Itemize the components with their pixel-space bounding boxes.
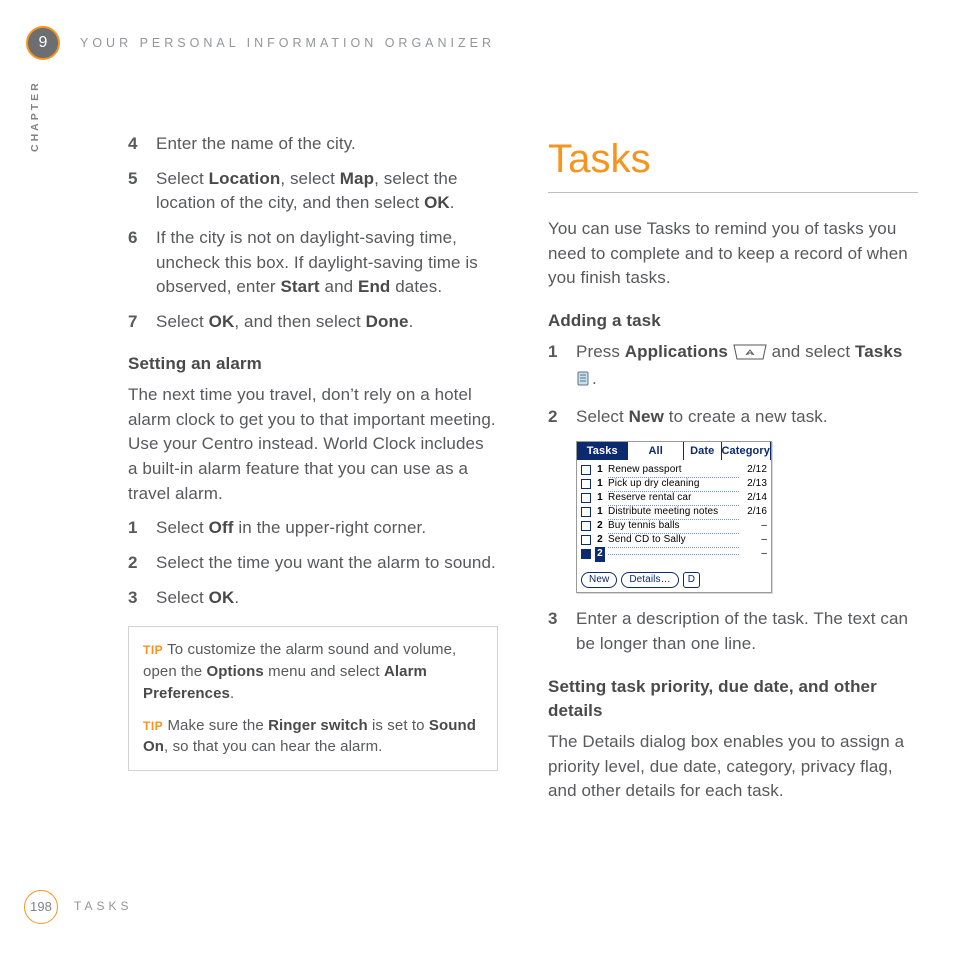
alarm-heading: Setting an alarm (128, 352, 498, 377)
list-item: 1Select Off in the upper-right corner. (128, 516, 498, 541)
tasks-header: Tasks All Date Category (577, 442, 771, 460)
step-body: Select New to create a new task. (576, 405, 918, 430)
step-number: 1 (548, 340, 576, 395)
chapter-label-vertical: CHAPTER (28, 80, 43, 152)
step-number: 3 (128, 586, 156, 611)
adding-task-heading: Adding a task (548, 309, 918, 334)
step-number: 5 (128, 167, 156, 216)
step-number: 6 (128, 226, 156, 300)
tip-box: TIP To customize the alarm sound and vol… (128, 626, 498, 771)
task-checkbox[interactable] (581, 493, 591, 503)
page-number-badge: 198 (24, 890, 58, 924)
list-item: 5Select Location, select Map, select the… (128, 167, 498, 216)
tasks-details-button[interactable]: Details… (621, 572, 678, 588)
city-steps: 4Enter the name of the city.5Select Loca… (128, 132, 498, 334)
task-priority: 2 (595, 547, 605, 562)
home-key-icon (733, 343, 767, 368)
task-row[interactable]: 1Pick up dry cleaning2/13 (581, 477, 767, 491)
step-number: 2 (548, 405, 576, 430)
adding-task-steps: 1Press Applications and select Tasks .2S… (548, 340, 918, 430)
tip: TIP Make sure the Ringer switch is set t… (143, 715, 483, 759)
task-due: – (739, 533, 767, 548)
step-number: 1 (128, 516, 156, 541)
step-number: 7 (128, 310, 156, 335)
tasks-footer: New Details… D (577, 568, 771, 592)
task-row[interactable]: 2Buy tennis balls– (581, 519, 767, 533)
page-footer: 198 TASKS (24, 890, 132, 924)
task-priority: 2 (595, 533, 605, 548)
step-body: Enter the name of the city. (156, 132, 498, 157)
task-due: 2/13 (739, 477, 767, 492)
tip-label: TIP (143, 643, 163, 657)
step-number: 4 (128, 132, 156, 157)
right-column: Tasks You can use Tasks to remind you of… (548, 132, 918, 814)
step-body: Enter a description of the task. The tex… (576, 607, 918, 656)
tasks-note-button[interactable]: D (683, 572, 700, 588)
task-due: 2/16 (739, 505, 767, 520)
task-due: – (739, 519, 767, 534)
left-column: 4Enter the name of the city.5Select Loca… (128, 132, 498, 814)
task-name: Send CD to Sally (608, 533, 739, 549)
tasks-new-button[interactable]: New (581, 572, 617, 588)
page-number: 198 (30, 898, 52, 917)
task-checkbox[interactable] (581, 535, 591, 545)
list-item: 6If the city is not on daylight-saving t… (128, 226, 498, 300)
task-checkbox[interactable] (581, 507, 591, 517)
step-body: Select the time you want the alarm to so… (156, 551, 498, 576)
task-due: 2/12 (739, 463, 767, 478)
task-row[interactable]: 1Reserve rental car2/14 (581, 491, 767, 505)
page-content: 4Enter the name of the city.5Select Loca… (128, 132, 918, 814)
tip: TIP To customize the alarm sound and vol… (143, 639, 483, 704)
step-number: 2 (128, 551, 156, 576)
tasks-app-icon (576, 370, 592, 395)
task-row[interactable]: 1Distribute meeting notes2/16 (581, 505, 767, 519)
tasks-tab-date[interactable]: Date (684, 442, 722, 460)
task-priority: 2 (595, 519, 605, 534)
tasks-app-screenshot: Tasks All Date Category 1Renew passport2… (576, 441, 772, 593)
list-item: 1Press Applications and select Tasks . (548, 340, 918, 395)
task-checkbox[interactable] (581, 479, 591, 489)
step-body: Select Off in the upper-right corner. (156, 516, 498, 541)
list-item: 3 Enter a description of the task. The t… (548, 607, 918, 656)
task-priority: 1 (595, 505, 605, 520)
task-row[interactable]: 2– (581, 547, 767, 561)
chapter-number-badge: 9 (26, 26, 60, 60)
task-checkbox[interactable] (581, 521, 591, 531)
step-body: Press Applications and select Tasks . (576, 340, 918, 395)
priority-heading: Setting task priority, due date, and oth… (548, 675, 918, 724)
task-row[interactable]: 2Send CD to Sally– (581, 533, 767, 547)
list-item: 4Enter the name of the city. (128, 132, 498, 157)
list-item: 3Select OK. (128, 586, 498, 611)
step-body: Select OK, and then select Done. (156, 310, 498, 335)
page-header-title: YOUR PERSONAL INFORMATION ORGANIZER (80, 34, 495, 52)
step-body: If the city is not on daylight-saving ti… (156, 226, 498, 300)
tasks-tab-category[interactable]: Category (722, 442, 771, 460)
tasks-list: 1Renew passport2/121Pick up dry cleaning… (577, 460, 771, 568)
list-item: 2Select the time you want the alarm to s… (128, 551, 498, 576)
task-priority: 1 (595, 491, 605, 506)
tasks-tab-all[interactable]: All (628, 442, 683, 460)
task-checkbox[interactable] (581, 549, 591, 559)
tasks-intro: You can use Tasks to remind you of tasks… (548, 217, 918, 291)
chapter-number: 9 (39, 31, 48, 54)
step-number: 3 (548, 607, 576, 656)
step-body: Select OK. (156, 586, 498, 611)
footer-section-label: TASKS (74, 898, 132, 915)
task-priority: 1 (595, 477, 605, 492)
list-item: 7Select OK, and then select Done. (128, 310, 498, 335)
task-due: 2/14 (739, 491, 767, 506)
tasks-title: Tasks (577, 442, 628, 460)
alarm-paragraph: The next time you travel, don’t rely on … (128, 383, 498, 506)
tip-label: TIP (143, 719, 163, 733)
alarm-steps: 1Select Off in the upper-right corner.2S… (128, 516, 498, 610)
section-title-tasks: Tasks (548, 130, 918, 193)
priority-paragraph: The Details dialog box enables you to as… (548, 730, 918, 804)
step-body: Select Location, select Map, select the … (156, 167, 498, 216)
task-row[interactable]: 1Renew passport2/12 (581, 463, 767, 477)
task-due: – (739, 547, 767, 562)
task-priority: 1 (595, 463, 605, 478)
list-item: 2Select New to create a new task. (548, 405, 918, 430)
task-name (608, 554, 739, 555)
task-checkbox[interactable] (581, 465, 591, 475)
